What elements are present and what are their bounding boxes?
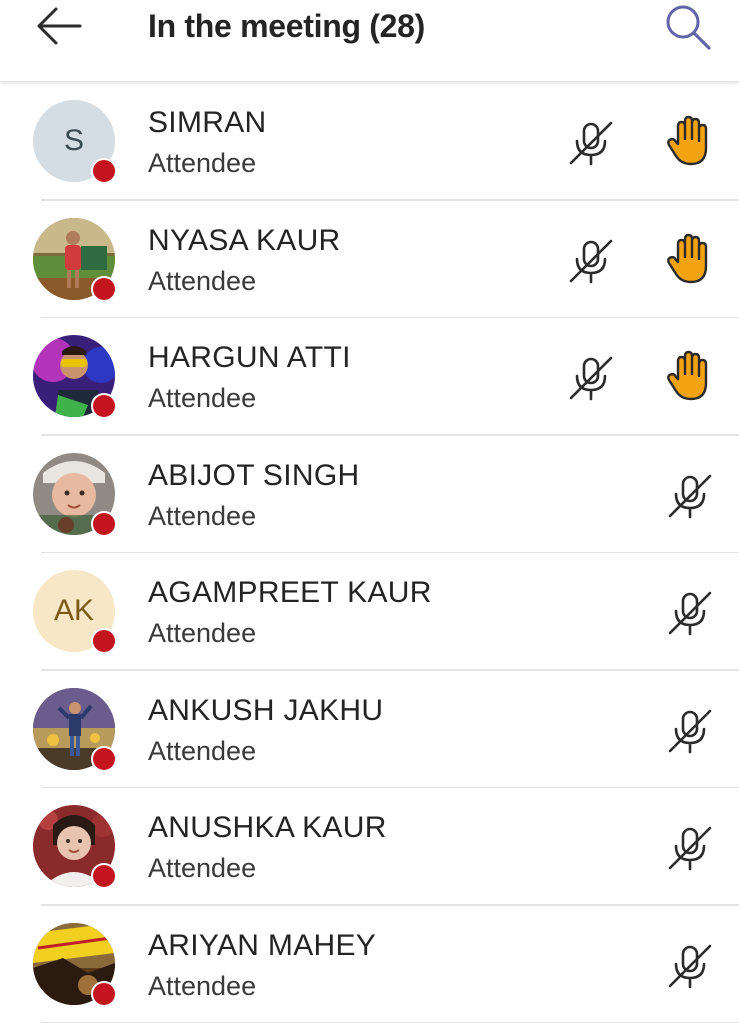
- participant-role: Attendee: [148, 618, 257, 648]
- participant-role: Attendee: [148, 148, 257, 178]
- top-bar: In the meeting (28): [0, 0, 739, 82]
- raised-hand-icon: [667, 350, 708, 401]
- microphone-muted-icon[interactable]: [567, 119, 615, 167]
- raised-hand-icon: [667, 115, 708, 166]
- status-badge: [91, 393, 117, 419]
- avatar-initials: S: [63, 124, 84, 157]
- participant-name: ABIJOT SINGH: [148, 458, 360, 492]
- arrow-left-icon: [37, 7, 82, 45]
- microphone-muted-icon[interactable]: [666, 589, 714, 637]
- page-title: In the meeting (28): [148, 8, 426, 44]
- participant-name: SIMRAN: [148, 106, 267, 139]
- participant-name: ARIYAN MAHEY: [148, 928, 377, 962]
- meeting-participants-screen: In the meeting (28) S SIMRAN Attendee NY…: [0, 0, 739, 1024]
- participant-row[interactable]: ANUSHKA KAUR Attendee: [0, 788, 739, 906]
- status-badge: [91, 980, 117, 1007]
- participant-row[interactable]: ARIYAN MAHEY Attendee: [0, 906, 739, 1024]
- participant-role: Attendee: [148, 970, 257, 1001]
- participant-row[interactable]: HARGUN ATTI Attendee: [0, 318, 739, 436]
- participant-row[interactable]: AK AGAMPREET KAUR Attendee: [0, 553, 739, 671]
- participant-name: ANUSHKA KAUR: [148, 811, 387, 844]
- status-badge: [91, 745, 117, 772]
- microphone-muted-icon[interactable]: [666, 824, 714, 872]
- participant-name: AGAMPREET KAUR: [148, 576, 432, 609]
- participant-role: Attendee: [148, 735, 257, 766]
- participant-row[interactable]: ABIJOT SINGH Attendee: [0, 436, 739, 554]
- status-badge: [91, 628, 117, 654]
- back-button[interactable]: [30, 4, 86, 48]
- status-badge: [91, 510, 117, 537]
- search-icon: [666, 5, 711, 50]
- participant-row[interactable]: NYASA KAUR Attendee: [0, 201, 739, 319]
- participant-role: Attendee: [148, 853, 257, 883]
- microphone-muted-icon[interactable]: [567, 237, 615, 285]
- status-badge: [91, 158, 117, 184]
- status-badge: [91, 275, 117, 302]
- raised-hand-icon: [667, 233, 708, 283]
- participant-list: S SIMRAN Attendee NYASA KAUR Attendee HA…: [0, 83, 739, 1023]
- participant-name: NYASA KAUR: [148, 223, 341, 257]
- participant-role: Attendee: [148, 265, 257, 296]
- participant-role: Attendee: [148, 383, 257, 413]
- microphone-muted-icon[interactable]: [666, 472, 714, 520]
- avatar-initials: AK: [53, 594, 95, 627]
- participant-name: ANKUSH JAKHU: [148, 693, 384, 727]
- participant-row[interactable]: S SIMRAN Attendee: [0, 83, 739, 201]
- microphone-muted-icon[interactable]: [666, 942, 714, 990]
- participant-row[interactable]: ANKUSH JAKHU Attendee: [0, 671, 739, 789]
- participant-name: HARGUN ATTI: [148, 341, 351, 374]
- microphone-muted-icon[interactable]: [666, 707, 714, 755]
- search-button[interactable]: [658, 2, 718, 52]
- microphone-muted-icon[interactable]: [567, 354, 615, 402]
- status-badge: [91, 863, 117, 889]
- participant-role: Attendee: [148, 500, 257, 531]
